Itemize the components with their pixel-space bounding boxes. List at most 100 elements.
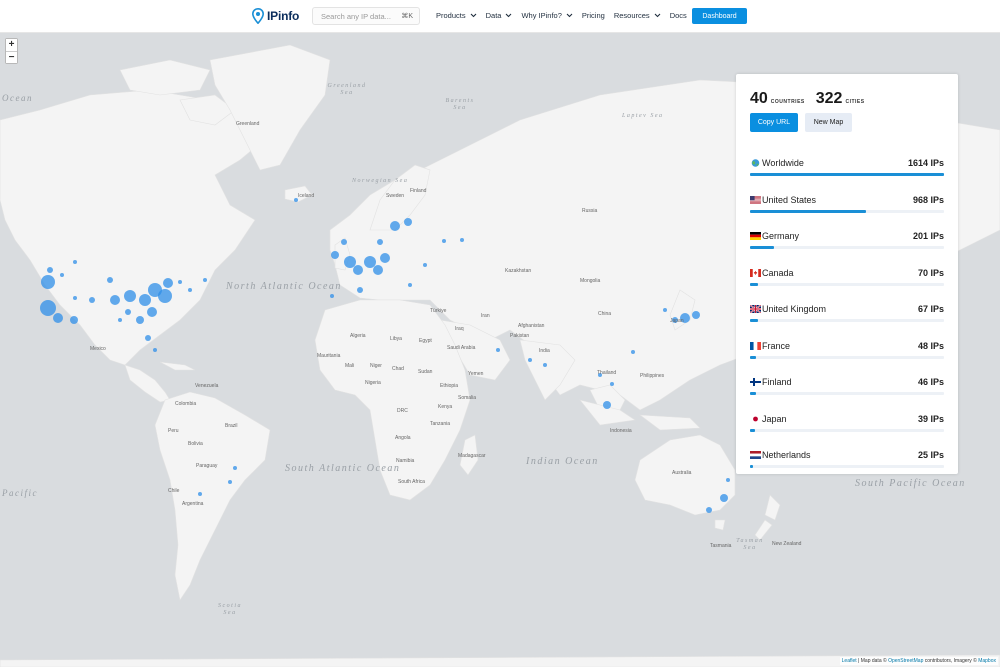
ip-dot[interactable] xyxy=(330,294,334,298)
ip-dot[interactable] xyxy=(631,350,635,354)
ip-dot[interactable] xyxy=(125,309,131,315)
country-row[interactable]: United Kingdom 67 IPs xyxy=(750,304,944,341)
ip-dot[interactable] xyxy=(145,335,151,341)
zoom-in-button[interactable]: + xyxy=(6,39,17,51)
ip-dot[interactable] xyxy=(706,507,712,513)
nav-resources[interactable]: Resources xyxy=(614,11,661,20)
search-box[interactable]: ⌘K xyxy=(312,7,420,25)
ip-dot[interactable] xyxy=(153,348,157,352)
openstreetmap-link[interactable]: OpenStreetMap xyxy=(888,658,923,664)
ip-dot[interactable] xyxy=(163,278,173,288)
ip-share-bar-fill xyxy=(750,428,755,432)
ip-dot[interactable] xyxy=(373,265,383,275)
ip-dot[interactable] xyxy=(233,466,237,470)
ocean-label: Pacific xyxy=(2,488,38,498)
ip-dot[interactable] xyxy=(543,363,547,367)
ip-share-bar-fill xyxy=(750,355,756,359)
ip-dot[interactable] xyxy=(41,275,55,289)
attribution-text-2: contributors, Imagery © xyxy=(923,658,979,664)
ip-dot[interactable] xyxy=(610,382,614,386)
search-input[interactable] xyxy=(321,10,401,23)
ip-dot[interactable] xyxy=(188,288,192,292)
country-row[interactable]: Germany 201 IPs xyxy=(750,231,944,268)
ip-dot[interactable] xyxy=(408,283,412,287)
ip-dot[interactable] xyxy=(390,221,400,231)
nav-docs[interactable]: Docs xyxy=(670,11,687,20)
zoom-out-button[interactable]: − xyxy=(6,51,17,63)
ip-dot[interactable] xyxy=(73,296,77,300)
ip-share-bar xyxy=(750,173,944,176)
country-row[interactable]: Japan 39 IPs xyxy=(750,414,944,451)
dashboard-button[interactable]: Dashboard xyxy=(692,8,747,24)
fr-flag-icon xyxy=(750,341,761,350)
country-row[interactable]: Canada 70 IPs xyxy=(750,268,944,305)
nav-pricing[interactable]: Pricing xyxy=(582,11,605,20)
ip-dot[interactable] xyxy=(89,297,95,303)
mapbox-link[interactable]: Mapbox xyxy=(978,658,996,664)
ip-dot[interactable] xyxy=(158,289,172,303)
ip-dot[interactable] xyxy=(341,239,347,245)
ip-dot[interactable] xyxy=(528,358,532,362)
country-label: Madagascar xyxy=(458,453,486,459)
country-row[interactable]: United States 968 IPs xyxy=(750,195,944,232)
ip-dot[interactable] xyxy=(40,300,56,316)
ip-dot[interactable] xyxy=(442,239,446,243)
country-label: Saudi Arabia xyxy=(447,345,476,351)
ip-share-bar xyxy=(750,465,944,468)
ip-dot[interactable] xyxy=(377,239,383,245)
ip-dot[interactable] xyxy=(364,256,376,268)
ip-dot[interactable] xyxy=(460,238,464,242)
ip-dot[interactable] xyxy=(124,290,136,302)
nav-why-ipinfo[interactable]: Why IPinfo? xyxy=(521,11,573,20)
chevron-down-icon xyxy=(654,13,661,18)
copy-url-button[interactable]: Copy URL xyxy=(750,113,798,132)
ip-dot[interactable] xyxy=(53,313,63,323)
ip-count: 201 IPs xyxy=(912,231,944,241)
ip-dot[interactable] xyxy=(353,265,363,275)
ip-dot[interactable] xyxy=(228,480,232,484)
new-map-button[interactable]: New Map xyxy=(805,113,852,132)
nav-why-ipinfo-label: Why IPinfo? xyxy=(521,11,562,20)
ip-dot[interactable] xyxy=(404,218,412,226)
ip-dot[interactable] xyxy=(70,316,78,324)
ip-dot[interactable] xyxy=(198,492,202,496)
ip-share-bar xyxy=(750,319,944,322)
country-row[interactable]: Finland 46 IPs xyxy=(750,377,944,414)
ip-dot[interactable] xyxy=(726,478,730,482)
country-label: Peru xyxy=(168,428,179,434)
ip-dot[interactable] xyxy=(603,401,611,409)
ip-dot[interactable] xyxy=(344,256,356,268)
country-label: Ethiopia xyxy=(440,383,459,389)
ip-dot[interactable] xyxy=(203,278,207,282)
country-label: Japan xyxy=(670,318,684,324)
country-row[interactable]: Worldwide 1614 IPs xyxy=(750,158,944,195)
ip-dot[interactable] xyxy=(357,287,363,293)
ip-dot[interactable] xyxy=(147,307,157,317)
ip-dot[interactable] xyxy=(47,267,53,273)
ip-share-bar xyxy=(750,355,944,359)
ip-dot[interactable] xyxy=(423,263,427,267)
ip-dot[interactable] xyxy=(118,318,122,322)
nav-products[interactable]: Products xyxy=(436,11,477,20)
ipinfo-logo[interactable]: IPinfo xyxy=(252,8,299,24)
ip-dot[interactable] xyxy=(496,348,500,352)
ip-dot[interactable] xyxy=(692,311,700,319)
leaflet-link[interactable]: Leaflet xyxy=(842,658,857,664)
ip-dot[interactable] xyxy=(139,294,151,306)
ip-dot[interactable] xyxy=(60,273,64,277)
ip-dot[interactable] xyxy=(178,280,182,284)
country-row[interactable]: Netherlands 25 IPs xyxy=(750,450,944,487)
ip-dot[interactable] xyxy=(107,277,113,283)
country-label: Algeria xyxy=(350,333,366,339)
country-row[interactable]: France 48 IPs xyxy=(750,341,944,378)
ip-dot[interactable] xyxy=(110,295,120,305)
nav-data[interactable]: Data xyxy=(486,11,513,20)
ip-dot[interactable] xyxy=(380,253,390,263)
country-label: Thailand xyxy=(597,370,617,376)
country-label: Iran xyxy=(481,313,490,319)
ip-dot[interactable] xyxy=(331,251,339,259)
ip-dot[interactable] xyxy=(136,316,144,324)
ip-dot[interactable] xyxy=(720,494,728,502)
ip-dot[interactable] xyxy=(73,260,77,264)
ip-dot[interactable] xyxy=(663,308,667,312)
